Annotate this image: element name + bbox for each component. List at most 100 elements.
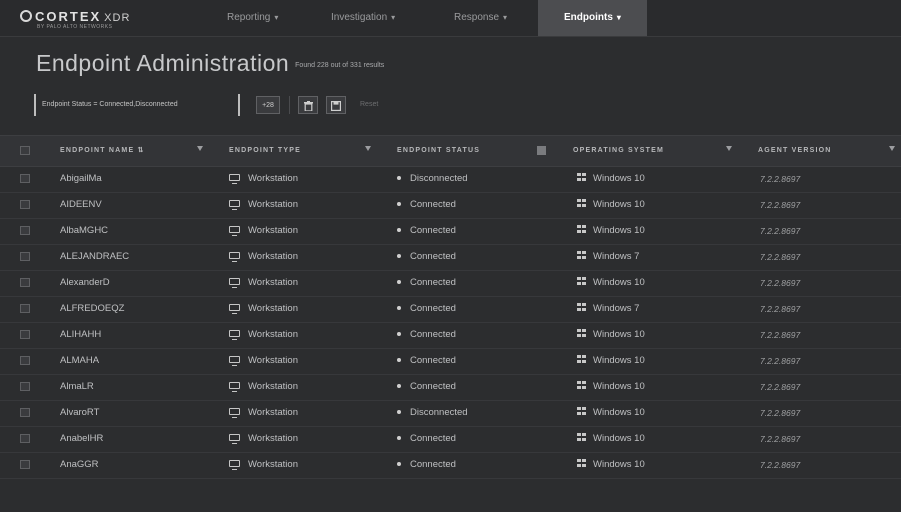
endpoint-type-label: Workstation <box>248 381 298 392</box>
trash-icon <box>303 101 313 112</box>
column-header-endpoint-status[interactable]: ENDPOINT STATUS <box>397 136 480 166</box>
row-checkbox[interactable] <box>20 434 30 443</box>
endpoint-type-cell: Workstation <box>229 400 298 426</box>
row-checkbox[interactable] <box>20 278 30 287</box>
row-checkbox[interactable] <box>20 252 30 261</box>
status-dot-icon <box>397 332 401 336</box>
nav-response[interactable]: Response ▾ <box>454 0 507 36</box>
endpoint-type-cell: Workstation <box>229 270 298 296</box>
operating-system-cell: Windows 10 <box>577 218 645 244</box>
status-dot-icon <box>397 228 401 232</box>
filter-icon[interactable] <box>889 146 895 151</box>
windows-icon <box>577 251 586 259</box>
row-checkbox[interactable] <box>20 174 30 183</box>
save-filter-button[interactable] <box>326 96 346 114</box>
operating-system-label: Windows 10 <box>593 433 645 444</box>
select-all-checkbox[interactable] <box>20 146 30 155</box>
windows-icon <box>577 329 586 337</box>
table-row[interactable]: AnabelHR Workstation Connected Windows 10 7.… <box>0 426 901 453</box>
row-checkbox[interactable] <box>20 226 30 235</box>
row-checkbox[interactable] <box>20 382 30 391</box>
endpoint-status-label: Connected <box>410 459 456 470</box>
endpoint-type-label: Workstation <box>248 277 298 288</box>
delete-filter-button[interactable] <box>298 96 318 114</box>
row-checkbox[interactable] <box>20 356 30 365</box>
endpoint-name-cell: AnabelHR <box>60 433 104 444</box>
filter-icon[interactable] <box>726 146 732 151</box>
endpoint-status-cell: Connected <box>397 426 456 452</box>
operating-system-cell: Windows 10 <box>577 426 645 452</box>
table-row[interactable]: AlbaMGHC Workstation Connected Windows 10 7.… <box>0 218 901 245</box>
table-row[interactable]: AIDEENV Workstation Connected Windows 10 7.2… <box>0 192 901 219</box>
row-checkbox[interactable] <box>20 460 30 469</box>
table-row[interactable]: ALEJANDRAEC Workstation Connected Windows 7… <box>0 244 901 271</box>
row-checkbox[interactable] <box>20 330 30 339</box>
table-row[interactable]: AlmaLR Workstation Connected Windows 10 7.2.… <box>0 374 901 401</box>
filter-icon[interactable] <box>365 146 371 151</box>
table-row[interactable]: AnaGGR Workstation Connected Windows 10 7.2.… <box>0 452 901 479</box>
status-dot-icon <box>397 254 401 258</box>
windows-icon <box>577 173 586 181</box>
workstation-icon <box>229 434 240 444</box>
table-row[interactable]: AlexanderD Workstation Connected Windows 10… <box>0 270 901 297</box>
agent-version-cell: 7.2.2.8697 <box>760 434 801 444</box>
operating-system-label: Windows 10 <box>593 355 645 366</box>
reset-filters-link[interactable]: Reset <box>360 96 378 114</box>
endpoint-status-cell: Connected <box>397 348 456 374</box>
nav-reporting[interactable]: Reporting ▾ <box>227 0 278 36</box>
endpoint-status-cell: Connected <box>397 270 456 296</box>
endpoint-status-label: Connected <box>410 277 456 288</box>
column-header-agent-version[interactable]: AGENT VERSION <box>758 136 832 166</box>
more-filters-button[interactable]: +28 <box>256 96 280 114</box>
filter-icon[interactable] <box>197 146 203 151</box>
row-checkbox[interactable] <box>20 200 30 209</box>
row-checkbox[interactable] <box>20 304 30 313</box>
column-header-endpoint-name[interactable]: ENDPOINT NAME ⇅ <box>60 136 145 166</box>
endpoint-type-label: Workstation <box>248 173 298 184</box>
nav-investigation-label: Investigation <box>331 12 388 23</box>
windows-icon <box>577 225 586 233</box>
chevron-down-icon: ▾ <box>503 13 508 22</box>
active-filter-icon[interactable] <box>537 146 546 155</box>
windows-icon <box>577 199 586 207</box>
chevron-down-icon: ▾ <box>274 13 279 22</box>
chevron-down-icon: ▾ <box>616 13 621 22</box>
endpoint-type-cell: Workstation <box>229 374 298 400</box>
endpoint-status-label: Connected <box>410 329 456 340</box>
workstation-icon <box>229 200 240 210</box>
agent-version-cell: 7.2.2.8697 <box>760 330 801 340</box>
endpoint-name-cell: AlvaroRT <box>60 407 100 418</box>
column-header-operating-system[interactable]: OPERATING SYSTEM <box>573 136 664 166</box>
operating-system-cell: Windows 10 <box>577 192 645 218</box>
agent-version-cell: 7.2.2.8697 <box>760 252 801 262</box>
nav-endpoints[interactable]: Endpoints ▾ <box>538 0 647 36</box>
cortex-xdr-logo[interactable]: CORTEX XDR BY PALO ALTO NETWORKS <box>20 8 130 30</box>
windows-icon <box>577 459 586 467</box>
save-icon <box>331 101 342 112</box>
column-header-endpoint-type[interactable]: ENDPOINT TYPE <box>229 136 301 166</box>
endpoint-type-cell: Workstation <box>229 166 298 192</box>
table-row[interactable]: ALMAHA Workstation Connected Windows 10 7.2.… <box>0 348 901 375</box>
endpoint-name-cell: AlexanderD <box>60 277 110 288</box>
agent-version-cell: 7.2.2.8697 <box>760 408 801 418</box>
row-checkbox[interactable] <box>20 408 30 417</box>
status-dot-icon <box>397 410 401 414</box>
table-row[interactable]: ALIHAHH Workstation Connected Windows 10 7.2… <box>0 322 901 349</box>
table-row[interactable]: AlvaroRT Workstation Disconnected Windows 1… <box>0 400 901 427</box>
endpoint-status-cell: Connected <box>397 244 456 270</box>
agent-version-cell: 7.2.2.8697 <box>760 356 801 366</box>
operating-system-cell: Windows 10 <box>577 166 645 192</box>
table-row[interactable]: ALFREDOEQZ Workstation Connected Windows 7 7… <box>0 296 901 323</box>
operating-system-label: Windows 10 <box>593 329 645 340</box>
endpoint-status-cell: Connected <box>397 218 456 244</box>
status-dot-icon <box>397 384 401 388</box>
operating-system-label: Windows 10 <box>593 225 645 236</box>
operating-system-label: Windows 10 <box>593 173 645 184</box>
operating-system-label: Windows 10 <box>593 199 645 210</box>
agent-version-cell: 7.2.2.8697 <box>760 278 801 288</box>
table-row[interactable]: AbigailMa Workstation Disconnected Windows … <box>0 166 901 193</box>
operating-system-cell: Windows 7 <box>577 244 639 270</box>
workstation-icon <box>229 278 240 288</box>
endpoint-status-filter-chip[interactable]: Endpoint Status = Connected,Disconnected <box>34 94 240 116</box>
nav-investigation[interactable]: Investigation ▾ <box>331 0 395 36</box>
